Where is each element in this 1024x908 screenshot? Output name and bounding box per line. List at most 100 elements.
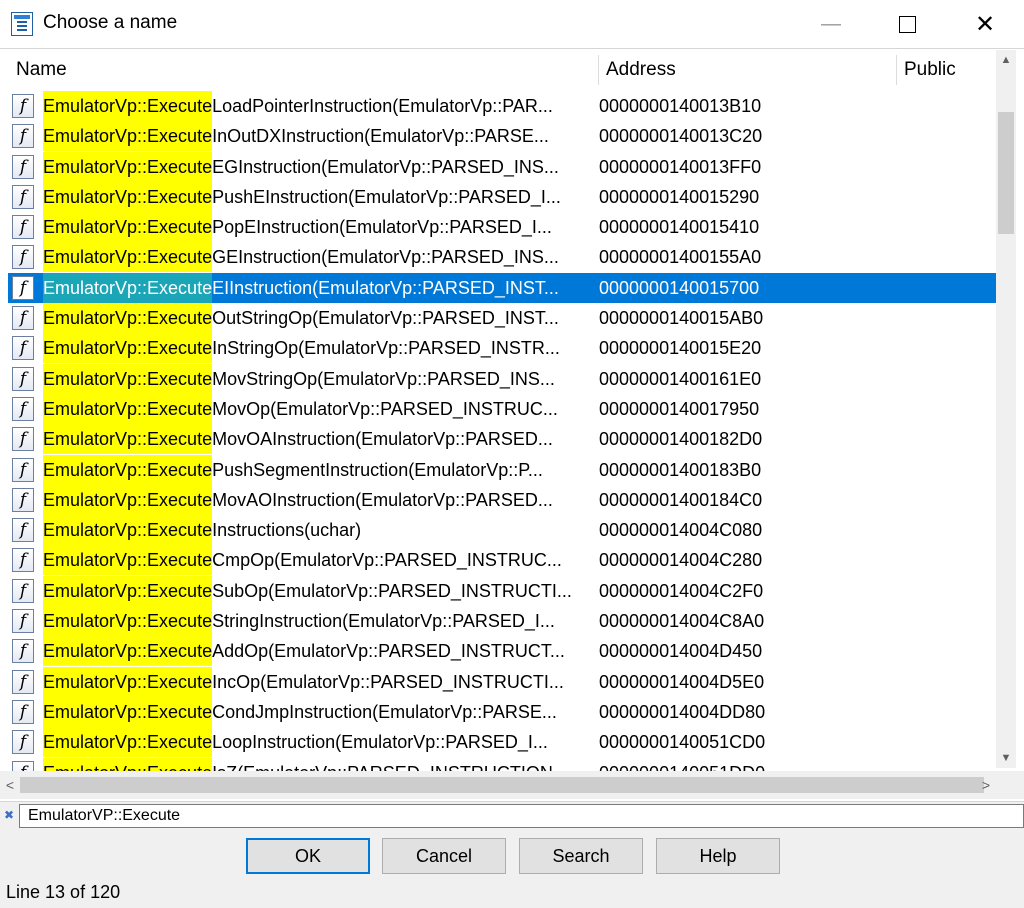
list-row[interactable]: f EmulatorVp::ExecuteStringInstruction(Em… <box>8 606 996 637</box>
list-row[interactable]: f EmulatorVp::ExecuteMovStringOp(Emulator… <box>8 363 996 394</box>
function-address: 0000000140015E20 <box>599 338 762 359</box>
function-address: 00000001400182D0 <box>599 429 763 450</box>
function-name-suffix: GEInstruction(EmulatorVp::PARSED_INS... <box>212 247 559 268</box>
list-row[interactable]: f EmulatorVp::ExecuteLoadPointerInstructi… <box>8 91 996 121</box>
function-name: EmulatorVp::ExecuteMovOAInstruction(Emul… <box>43 424 598 455</box>
maximize-button[interactable] <box>884 0 930 48</box>
list-row[interactable]: f EmulatorVp::ExecuteMovAOInstruction(Emu… <box>8 484 996 515</box>
function-address: 000000014004DD80 <box>599 701 766 722</box>
match-highlight: EmulatorVp::Execute <box>43 636 213 667</box>
cancel-button[interactable]: Cancel <box>382 838 506 874</box>
function-address: 0000000140015700 <box>599 277 760 298</box>
list-row[interactable]: f EmulatorVp::ExecuteMovOp(EmulatorVp::PA… <box>8 393 996 424</box>
window-title: Choose a name <box>43 12 178 33</box>
match-highlight: EmulatorVp::Execute <box>43 303 213 334</box>
list-row[interactable]: f EmulatorVp::ExecuteCondJmpInstruction(E… <box>8 696 996 727</box>
function-name-suffix: LoopInstruction(EmulatorVp::PARSED_I... <box>212 732 548 753</box>
scroll-down-icon[interactable]: ▼ <box>996 748 1016 768</box>
function-name-suffix: PushSegmentInstruction(EmulatorVp::P... <box>212 459 543 480</box>
function-address: 0000000140013C20 <box>599 126 763 147</box>
function-name: EmulatorVp::ExecuteInstructions(uchar) <box>43 515 598 546</box>
function-icon: f <box>12 184 34 209</box>
list-row[interactable]: f EmulatorVp::ExecuteCmpOp(EmulatorVp::PA… <box>8 545 996 576</box>
search-button[interactable]: Search <box>519 838 643 874</box>
function-name-suffix: IncOp(EmulatorVp::PARSED_INSTRUCTI... <box>212 671 564 692</box>
function-icon: f <box>12 366 34 391</box>
minimize-button[interactable]: — <box>808 0 854 48</box>
function-address: 000000014004C8A0 <box>599 611 765 632</box>
function-address: 000000014004D450 <box>599 641 763 662</box>
function-address: 000000014004C280 <box>599 550 763 571</box>
function-name-suffix: InStringOp(EmulatorVp::PARSED_INSTR... <box>212 338 560 359</box>
scroll-left-icon[interactable]: < <box>0 771 20 799</box>
match-highlight: EmulatorVp::Execute <box>43 121 213 152</box>
function-name: EmulatorVp::ExecuteCondJmpInstruction(Em… <box>43 696 598 727</box>
clear-filter-icon[interactable]: ✖ <box>4 808 14 822</box>
status-line: Line 13 of 120 <box>6 882 121 902</box>
column-header-address[interactable]: Address <box>598 51 896 89</box>
function-icon: f <box>12 245 34 270</box>
function-icon: f <box>12 427 34 452</box>
list-row[interactable]: f EmulatorVp::ExecuteGEInstruction(Emulat… <box>8 242 996 273</box>
column-header-name[interactable]: Name <box>8 51 598 89</box>
function-name-suffix: StringInstruction(EmulatorVp::PARSED_I..… <box>212 611 555 632</box>
function-name-suffix: Instructions(uchar) <box>212 520 362 541</box>
horizontal-scrollbar[interactable]: < > <box>0 771 996 799</box>
function-icon: f <box>12 699 34 724</box>
match-highlight: EmulatorVp::Execute <box>43 91 213 121</box>
title-bar: Choose a name — ✕ <box>0 0 1024 48</box>
match-highlight: EmulatorVp::Execute <box>43 151 213 182</box>
ok-button[interactable]: OK <box>246 838 370 874</box>
function-name: EmulatorVp::ExecuteEIInstruction(Emulato… <box>43 272 598 303</box>
column-header-public[interactable]: Public <box>896 51 996 89</box>
function-icon: f <box>12 124 34 149</box>
list-row[interactable]: f EmulatorVp::ExecuteAddOp(EmulatorVp::PA… <box>8 636 996 667</box>
vertical-scrollbar[interactable]: ▲ ▼ <box>996 50 1016 768</box>
list-row[interactable]: f EmulatorVp::ExecuteSubOp(EmulatorVp::PA… <box>8 575 996 606</box>
match-highlight: EmulatorVp::Execute <box>43 363 213 394</box>
function-address: 00000001400183B0 <box>599 459 762 480</box>
match-highlight: EmulatorVp::Execute <box>43 666 213 697</box>
function-name-suffix: MovAOInstruction(EmulatorVp::PARSED... <box>212 489 553 510</box>
list-row[interactable]: f EmulatorVp::ExecuteInOutDXInstruction(E… <box>8 121 996 152</box>
function-name-suffix: EGInstruction(EmulatorVp::PARSED_INS... <box>212 156 559 177</box>
horizontal-scroll-thumb[interactable] <box>20 777 984 793</box>
function-name-suffix: OutStringOp(EmulatorVp::PARSED_INST... <box>212 308 559 329</box>
list-row[interactable]: f EmulatorVp::ExecuteInStringOp(EmulatorV… <box>8 333 996 364</box>
function-name-suffix: InOutDXInstruction(EmulatorVp::PARSE... <box>212 126 549 147</box>
function-address: 000000014004C080 <box>599 520 763 541</box>
list-row[interactable]: f EmulatorVp::ExecuteLoopInstruction(Emul… <box>8 727 996 758</box>
match-highlight: EmulatorVp::Execute <box>43 212 213 243</box>
help-button[interactable]: Help <box>656 838 780 874</box>
match-highlight: EmulatorVp::Execute <box>43 515 213 546</box>
close-button[interactable]: ✕ <box>962 0 1008 48</box>
list-row[interactable]: f EmulatorVp::ExecuteIncOp(EmulatorVp::PA… <box>8 666 996 697</box>
name-list[interactable]: Name Address Public f EmulatorVp::Execute… <box>0 48 1024 802</box>
function-name: EmulatorVp::ExecuteMovAOInstruction(Emul… <box>43 484 598 515</box>
function-name: EmulatorVp::ExecuteStringInstruction(Emu… <box>43 606 598 637</box>
list-row[interactable]: f EmulatorVp::ExecuteMovOAInstruction(Emu… <box>8 424 996 455</box>
function-icon: f <box>12 487 34 512</box>
vertical-scroll-thumb[interactable] <box>998 112 1014 234</box>
function-name: EmulatorVp::ExecutePopEInstruction(Emula… <box>43 212 598 243</box>
function-icon: f <box>12 457 34 482</box>
function-icon: f <box>12 639 34 664</box>
function-name: EmulatorVp::ExecuteMovOp(EmulatorVp::PAR… <box>43 393 598 424</box>
function-name-suffix: AddOp(EmulatorVp::PARSED_INSTRUCT... <box>212 641 565 662</box>
function-icon: f <box>12 669 34 694</box>
list-row[interactable]: f EmulatorVp::ExecuteEIInstruction(Emulat… <box>8 272 996 304</box>
scroll-up-icon[interactable]: ▲ <box>996 50 1016 70</box>
list-row[interactable]: f EmulatorVp::ExecutePushEInstruction(Emu… <box>8 181 996 212</box>
scroll-right-icon[interactable]: > <box>976 771 996 799</box>
list-row[interactable]: f EmulatorVp::ExecutePopEInstruction(Emul… <box>8 212 996 243</box>
match-highlight: EmulatorVp::Execute <box>43 484 213 515</box>
function-name-suffix: CondJmpInstruction(EmulatorVp::PARSE... <box>212 701 557 722</box>
list-row[interactable]: f EmulatorVp::ExecuteInstructions(uchar) 0… <box>8 515 996 546</box>
filter-input[interactable]: EmulatorVP::Execute <box>19 804 1024 828</box>
list-row[interactable]: f EmulatorVp::ExecuteOutStringOp(Emulator… <box>8 303 996 334</box>
scroll-corner <box>996 771 1024 799</box>
list-row[interactable]: f EmulatorVp::ExecuteEGInstruction(Emulat… <box>8 151 996 182</box>
function-name: EmulatorVp::ExecuteCmpOp(EmulatorVp::PAR… <box>43 545 598 576</box>
function-address: 0000000140051CD0 <box>599 732 766 753</box>
list-row[interactable]: f EmulatorVp::ExecutePushSegmentInstructi… <box>8 454 996 485</box>
